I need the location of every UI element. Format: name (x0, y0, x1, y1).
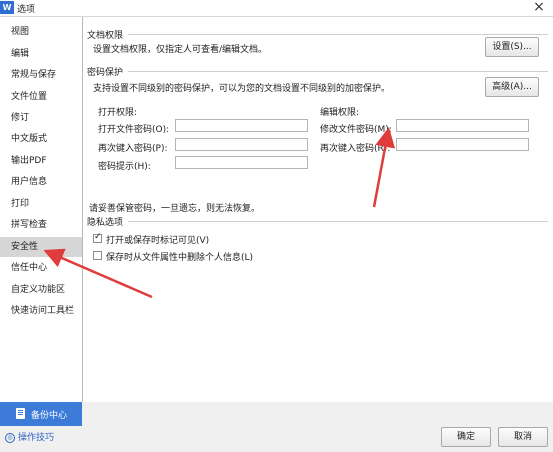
tips-label: 操作技巧 (18, 433, 55, 443)
modify-password-label: 修改文件密码(M): (320, 125, 392, 135)
mark-visible-label: 打开或保存时标记可见(V) (106, 236, 210, 246)
mark-visible-checkbox[interactable] (93, 232, 102, 243)
modify-confirm-label: 再次键入密码(R): (320, 144, 391, 154)
sidebar-item-general-save[interactable]: 常规与保存 (0, 65, 82, 85)
edit-permission-title: 编辑权限: (320, 108, 360, 118)
modify-confirm-input[interactable] (396, 138, 529, 151)
password-section-title: 密码保护 (87, 68, 124, 78)
doc-permission-description: 设置文档权限，仅指定人可查看/编辑文档。 (93, 45, 268, 55)
sidebar-item-quick-access-toolbar[interactable]: 快速访问工具栏 (0, 301, 82, 321)
sidebar-item-security[interactable]: 安全性 (0, 237, 82, 257)
open-permission-title: 打开权限: (98, 108, 138, 118)
backup-center-label: 备份中心 (31, 411, 68, 421)
modify-password-input[interactable] (396, 119, 529, 132)
sidebar-item-output-pdf[interactable]: 输出PDF (0, 151, 82, 171)
sidebar-item-spell-check[interactable]: 拼写检查 (0, 215, 82, 235)
app-icon: W (0, 1, 14, 14)
open-confirm-input[interactable] (175, 138, 308, 151)
sidebar-item-print[interactable]: 打印 (0, 194, 82, 214)
sidebar-item-revision[interactable]: 修订 (0, 108, 82, 128)
section-divider (128, 221, 548, 222)
tips-icon: ◎ (5, 432, 15, 443)
backup-center-button[interactable]: 备份中心 (0, 402, 82, 426)
sidebar-item-trust-center[interactable]: 信任中心 (0, 258, 82, 278)
sidebar: 视图 编辑 常规与保存 文件位置 修订 中文版式 输出PDF 用户信息 打印 拼… (0, 17, 83, 402)
title-bar: W 选项 × (0, 0, 553, 17)
cancel-button[interactable]: 取消 (498, 427, 548, 447)
sidebar-item-user-info[interactable]: 用户信息 (0, 172, 82, 192)
open-password-input[interactable] (175, 119, 308, 132)
doc-permission-title: 文档权限 (87, 31, 124, 41)
window-title: 选项 (17, 5, 36, 15)
dialog-footer: 确定 取消 (83, 402, 553, 452)
privacy-section-title: 隐私选项 (87, 218, 124, 228)
open-confirm-label: 再次键入密码(P): (98, 144, 168, 154)
password-notice: 请妥善保管密码，一旦遗忘，则无法恢复。 (89, 204, 261, 214)
password-hint-input[interactable] (175, 156, 308, 169)
advanced-button[interactable]: 高级(A)... (485, 77, 539, 97)
remove-personal-info-checkbox[interactable] (93, 251, 102, 260)
section-divider (128, 71, 548, 72)
password-description: 支持设置不同级别的密码保护，可以为您的文档设置不同级别的加密保护。 (93, 84, 391, 94)
sidebar-item-view[interactable]: 视图 (0, 22, 82, 42)
ok-button[interactable]: 确定 (441, 427, 491, 447)
document-icon (16, 408, 25, 419)
sidebar-item-edit[interactable]: 编辑 (0, 44, 82, 64)
settings-panel: 文档权限 设置文档权限，仅指定人可查看/编辑文档。 设置(S)... 密码保护 … (83, 17, 553, 402)
sidebar-item-file-location[interactable]: 文件位置 (0, 87, 82, 107)
remove-personal-info-label: 保存时从文件属性中删除个人信息(L) (106, 253, 254, 263)
close-button[interactable]: × (531, 0, 547, 15)
open-password-label: 打开文件密码(O): (98, 125, 170, 135)
sidebar-item-chinese-layout[interactable]: 中文版式 (0, 129, 82, 149)
sidebar-item-customize-ribbon[interactable]: 自定义功能区 (0, 280, 82, 300)
section-divider (128, 34, 548, 35)
password-hint-label: 密码提示(H): (98, 162, 151, 172)
tips-link[interactable]: ◎ 操作技巧 (5, 430, 54, 443)
doc-permission-settings-button[interactable]: 设置(S)... (485, 37, 539, 57)
